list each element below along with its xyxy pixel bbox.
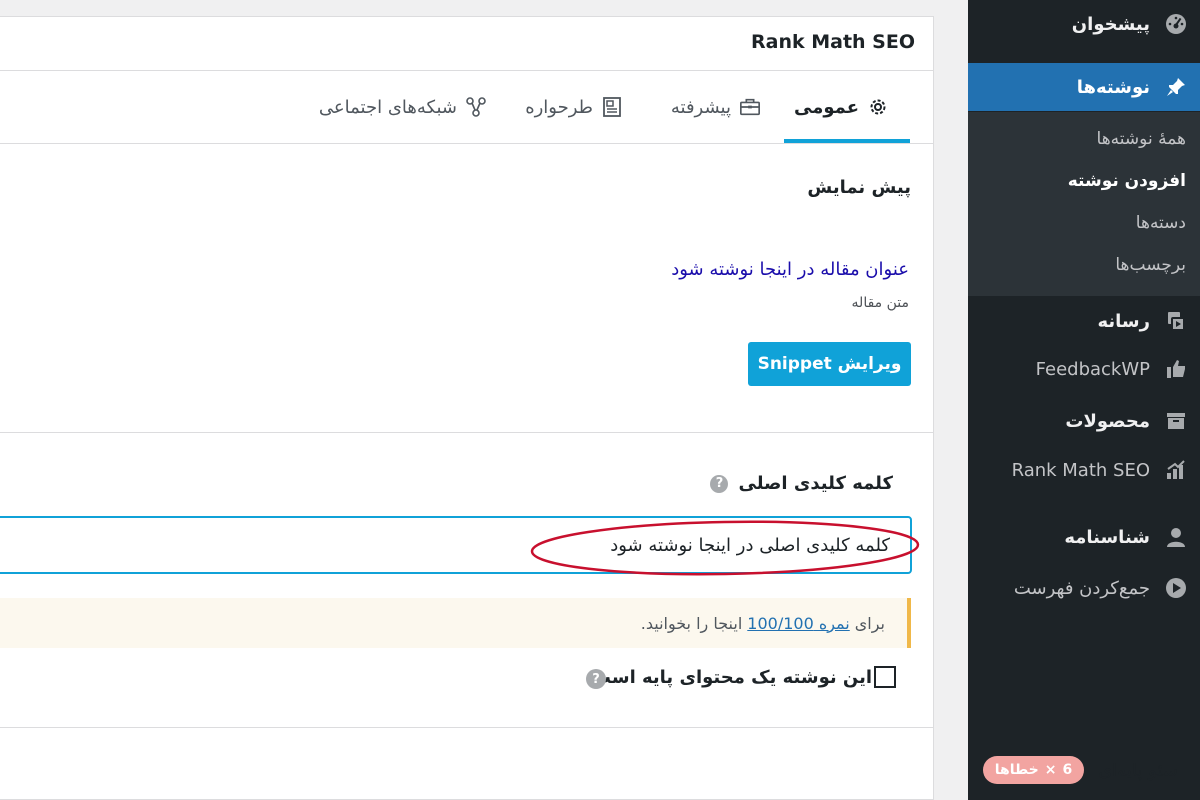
document-icon: [601, 96, 623, 118]
menu-label-media: رسانه: [1097, 310, 1151, 332]
notice-text-after: اینجا را بخوانید.: [640, 613, 743, 633]
menu-label-dashboard: پیشخوان: [1071, 13, 1150, 35]
error-count: 6: [1062, 762, 1073, 778]
tab-advanced-label: پیشرفته: [670, 96, 731, 118]
menu-item-dashboard[interactable]: پیشخوان: [968, 0, 1200, 48]
gear-icon: [867, 96, 889, 118]
submenu-categories[interactable]: دسته‌ها: [1136, 213, 1186, 233]
menu-item-media[interactable]: رسانه: [968, 297, 1200, 345]
focus-keyword-heading: کلمه کلیدی اصلی: [738, 473, 893, 494]
edit-snippet-button[interactable]: ویرایش Snippet: [748, 342, 911, 386]
tab-advanced[interactable]: پیشرفته: [671, 71, 761, 143]
tab-general[interactable]: عمومی: [794, 71, 889, 143]
submenu-all-posts[interactable]: همهٔ نوشته‌ها: [1097, 129, 1186, 149]
menu-label-collapse: جمع‌کردن فهرست: [1013, 577, 1150, 599]
menu-label-posts: نوشته‌ها: [1076, 76, 1150, 98]
menu-item-products[interactable]: محصولات: [968, 397, 1200, 445]
metabox-title: Rank Math SEO: [751, 31, 915, 53]
pillar-content-row: این نوشته یک محتوای پایه است.: [586, 666, 896, 688]
archive-box-icon: [1164, 409, 1188, 433]
basic-seo-label: سئو پایه‌ای: [1098, 759, 1178, 781]
submenu-tags[interactable]: برچسب‌ها: [1115, 255, 1186, 275]
active-menu-arrow: [958, 77, 968, 97]
menu-item-rankmath[interactable]: Rank Math SEO: [968, 446, 1200, 494]
section-divider: [0, 432, 933, 433]
submenu-add-post[interactable]: افزودن نوشته: [1068, 171, 1186, 191]
user-icon: [1164, 525, 1188, 549]
toolbox-icon: [739, 96, 761, 118]
error-x-icon: ×: [1044, 762, 1057, 778]
preview-heading: پیش نمایش: [807, 177, 911, 198]
menu-label-feedbackwp: FeedbackWP: [1035, 358, 1150, 380]
pin-icon: [1164, 75, 1188, 99]
help-icon[interactable]: ?: [710, 474, 729, 493]
tab-social-label: شبکه‌های اجتماعی: [318, 96, 457, 118]
menu-item-feedbackwp[interactable]: FeedbackWP: [968, 345, 1200, 393]
metabox-header: Rank Math SEO: [0, 17, 933, 71]
pillar-help-icon[interactable]: ?: [586, 669, 606, 689]
focus-keyword-heading-row: کلمه کلیدی اصلی ?: [710, 473, 893, 494]
preview-title-link[interactable]: عنوان مقاله در اینجا نوشته شود: [671, 259, 909, 280]
thumbs-up-icon: [1164, 357, 1188, 381]
menu-label-products: محصولات: [1065, 410, 1150, 432]
score-notice: برای نمره 100/100 اینجا را بخوانید.: [0, 598, 911, 648]
pillar-content-checkbox[interactable]: [874, 666, 896, 688]
rankmath-chart-icon: [1164, 458, 1188, 482]
tab-social[interactable]: شبکه‌های اجتماعی: [319, 71, 487, 143]
basic-seo-row[interactable]: سئو پایه‌ای 6 × خطاها: [982, 756, 1178, 784]
error-count-badge: 6 × خطاها: [982, 756, 1085, 784]
focus-keyword-input[interactable]: [0, 516, 912, 574]
menu-label-rankmath: Rank Math SEO: [1011, 459, 1150, 481]
pillar-content-label: این نوشته یک محتوای پایه است.: [585, 666, 872, 688]
error-label: خطاها: [994, 762, 1039, 778]
dashboard-icon: [1164, 12, 1188, 36]
active-tab-indicator: [784, 139, 910, 143]
score-link[interactable]: نمره 100/100: [747, 614, 849, 633]
share-nodes-icon: [465, 96, 487, 118]
tab-schema-label: طرحواره: [525, 96, 593, 118]
tab-general-label: عمومی: [793, 96, 859, 118]
posts-submenu: همهٔ نوشته‌ها افزودن نوشته دسته‌ها برچسب…: [968, 112, 1200, 296]
section-divider-2: [0, 727, 933, 728]
menu-item-profile[interactable]: شناسنامه: [968, 513, 1200, 561]
menu-label-profile: شناسنامه: [1064, 526, 1150, 548]
media-icon: [1164, 309, 1188, 333]
metabox-tabs: عمومی پیشرفته طرحواره شبکه‌های اجتماعی: [0, 71, 933, 144]
admin-sidebar: پیشخوان نوشته‌ها همهٔ نوشته‌ها افزودن نو…: [958, 0, 1200, 800]
tab-schema[interactable]: طرحواره: [525, 71, 623, 143]
menu-item-posts[interactable]: نوشته‌ها: [958, 63, 1200, 111]
preview-description: متن مقاله: [851, 295, 909, 311]
notice-text-before: برای: [854, 613, 885, 633]
collapse-menu-button[interactable]: جمع‌کردن فهرست: [968, 564, 1200, 612]
collapse-play-icon: [1164, 576, 1188, 600]
